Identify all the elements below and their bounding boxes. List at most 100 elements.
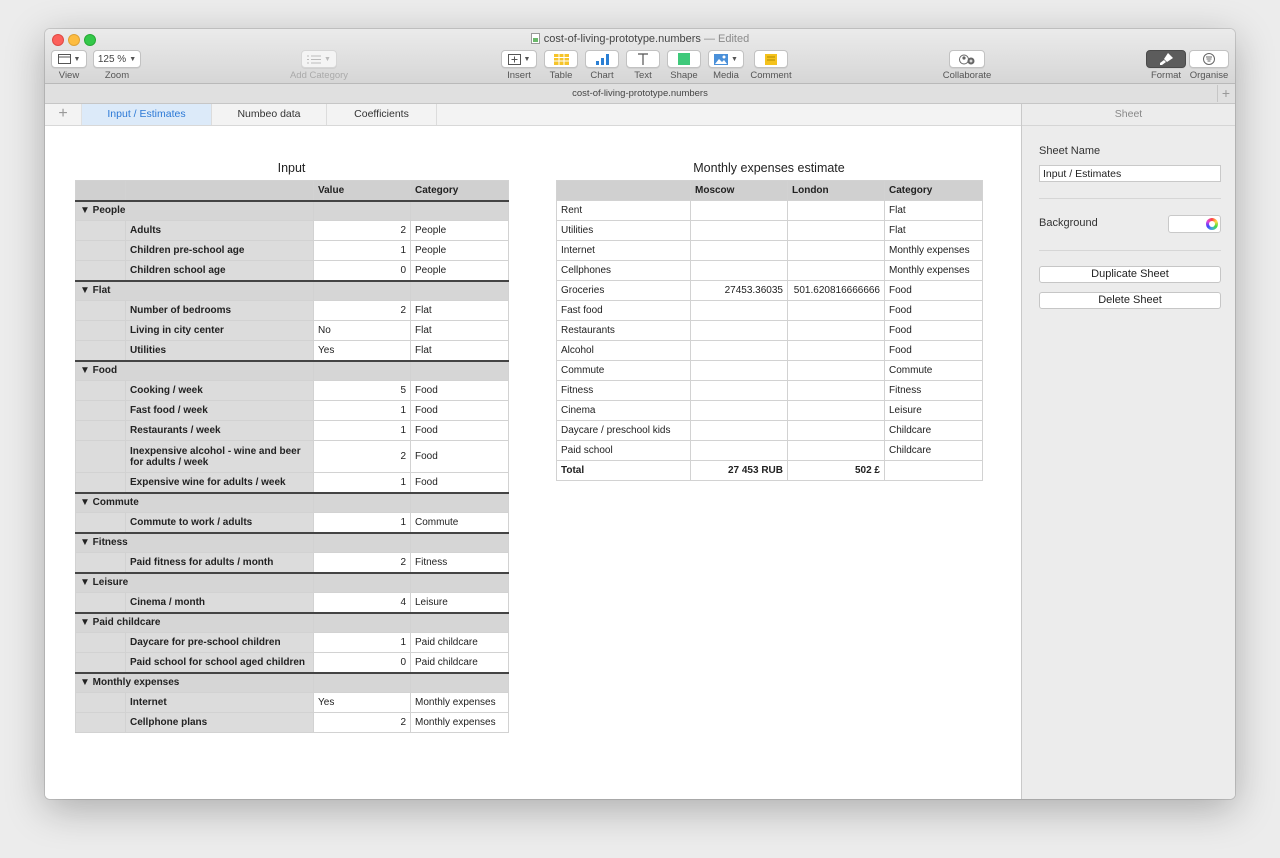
table-cell[interactable] [75,592,126,613]
category-cell[interactable]: Leisure [884,400,983,421]
group-toggle-label[interactable]: ▼ Flat [75,279,314,301]
category-cell[interactable]: Food [410,380,509,401]
collaborate-button[interactable] [949,50,985,68]
row-label-cell[interactable]: Paid school for school aged children [125,652,314,673]
moscow-value-cell[interactable] [690,420,788,441]
group-toggle-label[interactable]: ▼ People [75,199,314,221]
category-cell[interactable]: Food [410,420,509,441]
table-cell[interactable] [75,420,126,441]
moscow-value-cell[interactable] [690,300,788,321]
value-cell[interactable]: 1 [313,632,411,653]
london-value-cell[interactable] [787,300,885,321]
value-cell[interactable]: 1 [313,400,411,421]
sheet-name-input[interactable] [1039,165,1221,182]
duplicate-sheet-button[interactable]: Duplicate Sheet [1039,266,1221,283]
header-cell-value[interactable]: Value [313,180,411,201]
group-toggle-label[interactable]: ▼ Monthly expenses [75,671,314,693]
moscow-value-cell[interactable] [690,380,788,401]
row-label-cell[interactable]: Utilities [125,340,314,361]
category-cell[interactable]: Monthly expenses [884,260,983,281]
header-cell-moscow[interactable]: Moscow [690,180,788,201]
background-color-well[interactable] [1168,215,1221,233]
row-label-cell[interactable]: Adults [125,220,314,241]
expense-label-cell[interactable]: Cinema [556,400,691,421]
table-cell[interactable] [313,571,411,593]
category-cell[interactable]: Fitness [410,552,509,573]
category-cell[interactable]: Flat [410,300,509,321]
expense-label-cell[interactable]: Cellphones [556,260,691,281]
expense-label-cell[interactable]: Paid school [556,440,691,461]
value-cell[interactable]: 0 [313,260,411,281]
table-cell[interactable] [410,531,509,553]
expense-label-cell[interactable]: Internet [556,240,691,261]
total-moscow-cell[interactable]: 27 453 RUB [690,460,788,481]
london-value-cell[interactable] [787,240,885,261]
category-cell[interactable]: Paid childcare [410,652,509,673]
tab-coefficients[interactable]: Coefficients [327,104,437,125]
row-label-cell[interactable]: Internet [125,692,314,713]
value-cell[interactable]: 0 [313,652,411,673]
table-cell[interactable] [313,199,411,221]
category-cell[interactable]: Commute [884,360,983,381]
text-button[interactable] [626,50,660,68]
london-value-cell[interactable] [787,400,885,421]
moscow-value-cell[interactable] [690,320,788,341]
row-label-cell[interactable]: Commute to work / adults [125,512,314,533]
value-cell[interactable]: 1 [313,472,411,493]
moscow-value-cell[interactable] [690,360,788,381]
row-label-cell[interactable]: Expensive wine for adults / week [125,472,314,493]
table-cell[interactable] [75,400,126,421]
value-cell[interactable]: Yes [313,340,411,361]
row-label-cell[interactable]: Children pre-school age [125,240,314,261]
category-cell[interactable]: Leisure [410,592,509,613]
category-cell[interactable]: Food [410,472,509,493]
category-cell[interactable]: People [410,240,509,261]
london-value-cell[interactable] [787,420,885,441]
table-cell[interactable] [75,440,126,473]
media-button[interactable]: ▼ [708,50,744,68]
moscow-value-cell[interactable] [690,240,788,261]
london-value-cell[interactable] [787,200,885,221]
group-toggle-label[interactable]: ▼ Leisure [75,571,314,593]
expense-label-cell[interactable]: Fast food [556,300,691,321]
category-cell[interactable]: Food [884,280,983,301]
expense-label-cell[interactable]: Daycare / preschool kids [556,420,691,441]
table-cell[interactable] [75,632,126,653]
london-value-cell[interactable] [787,380,885,401]
value-cell[interactable]: 2 [313,300,411,321]
table-cell[interactable] [75,552,126,573]
category-cell[interactable]: People [410,260,509,281]
table-cell[interactable] [410,279,509,301]
insert-button[interactable]: ▼ [501,50,537,68]
category-cell[interactable]: Childcare [884,440,983,461]
table-cell[interactable] [75,320,126,341]
moscow-value-cell[interactable] [690,220,788,241]
color-wheel-icon[interactable] [1206,218,1218,230]
total-london-cell[interactable]: 502 £ [787,460,885,481]
row-label-cell[interactable]: Restaurants / week [125,420,314,441]
value-cell[interactable]: 2 [313,440,411,473]
expense-label-cell[interactable]: Alcohol [556,340,691,361]
london-value-cell[interactable] [787,340,885,361]
category-cell[interactable]: Food [884,340,983,361]
london-value-cell[interactable] [787,440,885,461]
tab-input-estimates[interactable]: Input / Estimates [82,104,212,125]
format-button[interactable] [1146,50,1186,68]
chart-button[interactable] [585,50,619,68]
expense-label-cell[interactable]: Restaurants [556,320,691,341]
category-cell[interactable]: Monthly expenses [410,712,509,733]
moscow-value-cell[interactable] [690,200,788,221]
table-cell[interactable] [75,340,126,361]
category-cell[interactable]: Fitness [884,380,983,401]
category-cell[interactable]: Flat [884,220,983,241]
header-cell[interactable] [125,180,314,201]
london-value-cell[interactable] [787,220,885,241]
group-toggle-label[interactable]: ▼ Paid childcare [75,611,314,633]
value-cell[interactable]: 1 [313,420,411,441]
row-label-cell[interactable]: Fast food / week [125,400,314,421]
expense-label-cell[interactable]: Groceries [556,280,691,301]
table-cell[interactable] [313,491,411,513]
row-label-cell[interactable]: Children school age [125,260,314,281]
table-button[interactable] [544,50,578,68]
delete-sheet-button[interactable]: Delete Sheet [1039,292,1221,309]
